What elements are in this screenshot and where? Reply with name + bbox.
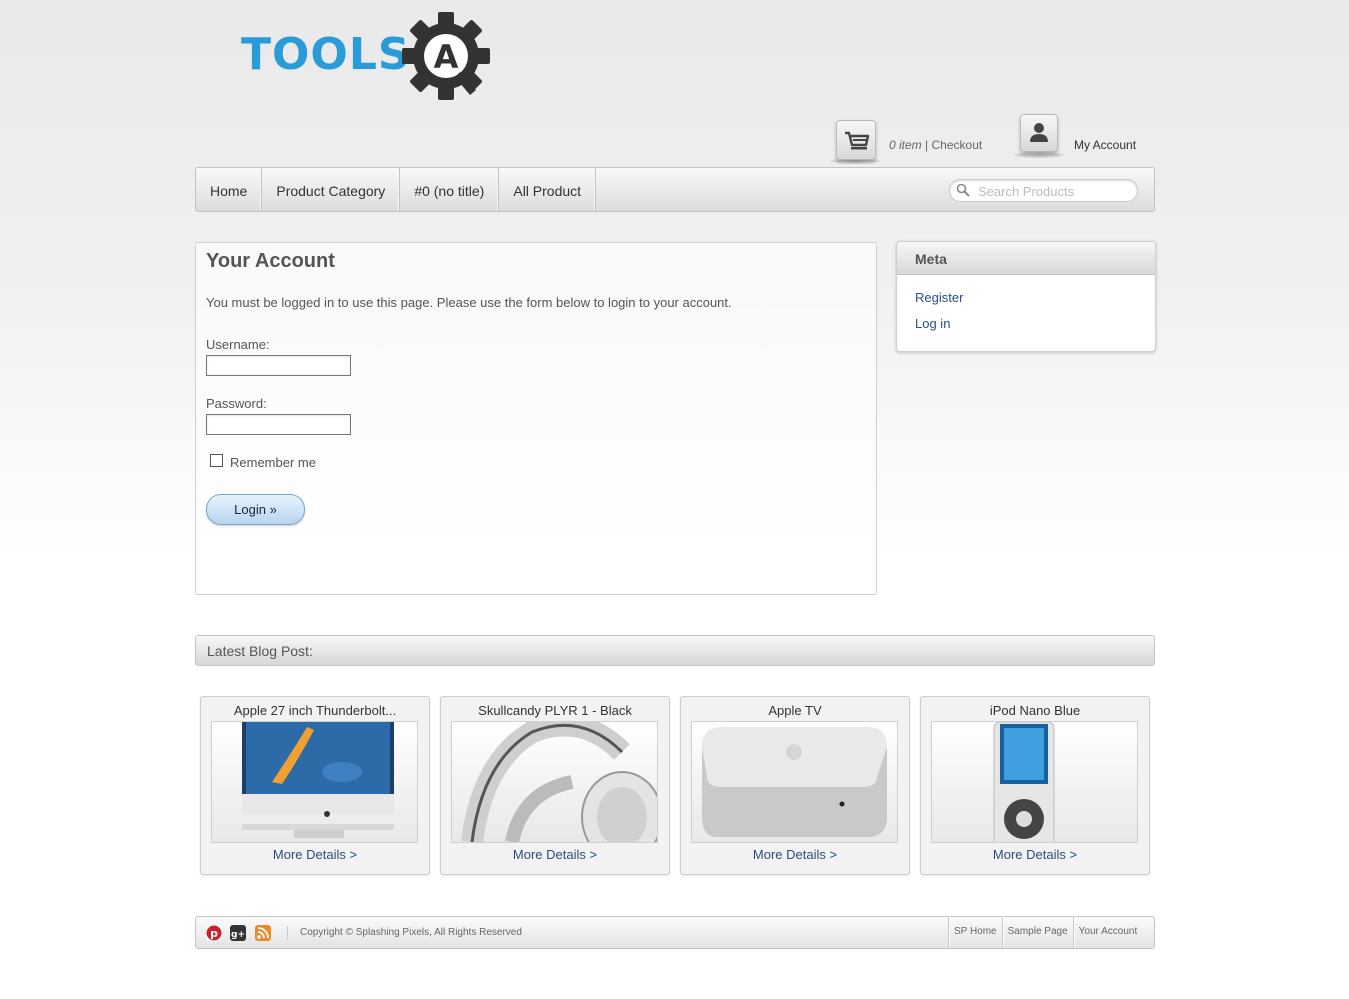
user-icon (1030, 123, 1048, 142)
footer-link-your-account[interactable]: Your Account (1072, 916, 1143, 947)
password-field[interactable] (206, 414, 351, 435)
apple-tv-image[interactable] (691, 721, 898, 843)
login-link[interactable]: Log in (915, 316, 950, 331)
register-link[interactable]: Register (915, 290, 963, 305)
footer-link-sp-home[interactable]: SP Home (948, 916, 1002, 947)
product-title[interactable]: Apple 27 inch Thunderbolt... (210, 703, 420, 718)
nav-item-product-category[interactable]: Product Category (262, 168, 401, 211)
footer-link-sample-page[interactable]: Sample Page (1001, 916, 1073, 947)
google-plus-icon[interactable]: g+ (230, 925, 246, 941)
account-button[interactable] (1020, 114, 1058, 152)
login-button[interactable]: Login » (206, 494, 305, 525)
cart-button[interactable] (836, 120, 876, 160)
more-details-link[interactable]: More Details > (690, 847, 900, 862)
copyright-text: Copyright © Splashing Pixels, All Rights… (300, 927, 522, 938)
pinterest-icon[interactable]: p (206, 925, 222, 941)
product-title[interactable]: Skullcandy PLYR 1 - Black (450, 703, 660, 718)
login-message: You must be logged in to use this page. … (206, 295, 732, 310)
more-details-link[interactable]: More Details > (450, 847, 660, 862)
nav-item-no-title[interactable]: #0 (no title) (400, 168, 500, 211)
username-field[interactable] (206, 355, 351, 376)
imac-image[interactable] (211, 721, 418, 843)
logo-text[interactable]: TOOLS (241, 30, 411, 80)
nav-item-home[interactable]: Home (196, 168, 263, 211)
search-input[interactable] (976, 183, 1130, 200)
logo-mark: A (434, 38, 459, 76)
ipod-image[interactable] (931, 721, 1138, 843)
rss-icon[interactable] (255, 925, 271, 941)
username-label: Username: (206, 337, 270, 352)
meta-title: Meta (915, 251, 947, 267)
product-title[interactable]: iPod Nano Blue (930, 703, 1140, 718)
my-account-link[interactable]: My Account (1074, 138, 1136, 152)
svg-text:g+: g+ (231, 930, 245, 940)
footer-links: SP Home Sample Page Your Account (948, 916, 1142, 947)
cart-icon (845, 131, 870, 150)
gear-logo-icon[interactable]: A (400, 10, 492, 102)
cart-summary: 0 item | Checkout (889, 138, 982, 152)
cart-count[interactable]: 0 item (889, 138, 922, 152)
search-icon (956, 183, 970, 197)
page-title: Your Account (206, 250, 335, 272)
search-box (949, 179, 1138, 202)
nav-item-all-product[interactable]: All Product (499, 168, 597, 211)
headphones-image[interactable] (451, 721, 658, 843)
product-title[interactable]: Apple TV (690, 703, 900, 718)
cart-separator: | (925, 138, 929, 152)
more-details-link[interactable]: More Details > (930, 847, 1140, 862)
blog-header-bar (195, 635, 1155, 666)
checkout-link[interactable]: Checkout (932, 138, 983, 152)
more-details-link[interactable]: More Details > (210, 847, 420, 862)
remember-me-label: Remember me (230, 455, 316, 470)
svg-text:p: p (210, 927, 218, 940)
password-label: Password: (206, 396, 267, 411)
blog-title: Latest Blog Post: (207, 643, 313, 659)
remember-me-checkbox[interactable] (210, 454, 223, 467)
footer-divider (287, 926, 288, 940)
